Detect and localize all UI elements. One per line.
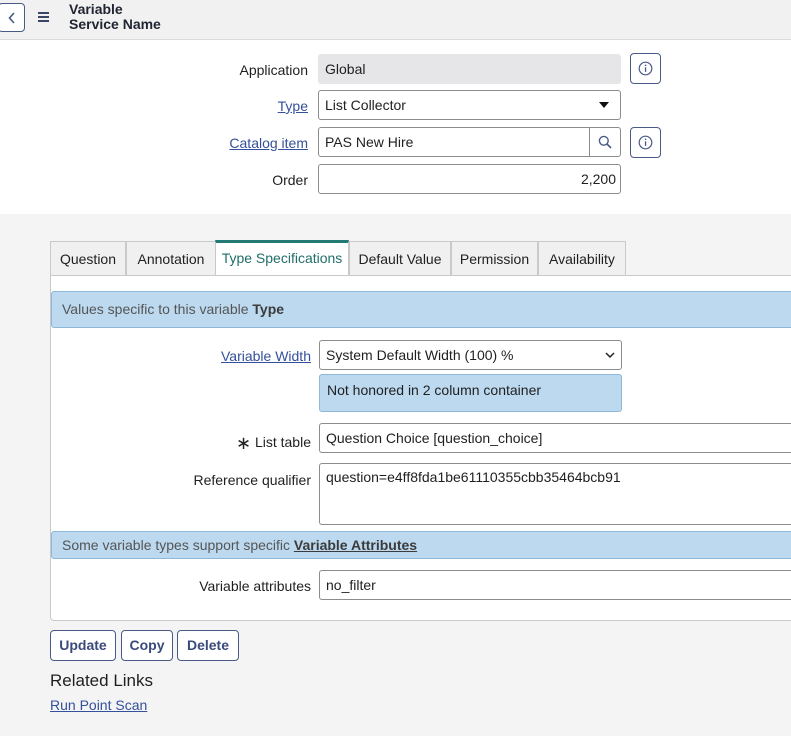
chevron-left-icon [7, 11, 15, 24]
catalog-item-label-link[interactable]: Catalog item [229, 135, 308, 151]
reference-qualifier-label: Reference qualifier [193, 472, 311, 488]
caret-down-icon [599, 102, 609, 108]
delete-button[interactable]: Delete [177, 630, 239, 661]
list-table-label: ∗ List table [235, 431, 311, 453]
page-title: Variable Service Name [69, 2, 161, 32]
list-table-field[interactable]: Question Choice [question_choice] [319, 423, 791, 453]
related-section: Question Annotation Type Specifications … [0, 214, 791, 736]
back-button[interactable] [0, 3, 25, 32]
variable-attributes-label: Variable attributes [199, 578, 311, 594]
order-field[interactable]: 2,200 [318, 164, 621, 194]
application-field: Global [318, 54, 621, 84]
tab-permission[interactable]: Permission [451, 241, 538, 276]
catalog-item-lookup-button[interactable] [589, 128, 620, 156]
tab-availability[interactable]: Availability [538, 241, 626, 276]
type-specs-banner-bold: Type [252, 301, 285, 317]
list-table-label-text: List table [254, 434, 311, 450]
hamburger-menu-icon[interactable] [38, 12, 49, 22]
type-label-link[interactable]: Type [278, 98, 308, 114]
variable-attributes-banner-text: Some variable types support specific [62, 537, 294, 553]
variable-attributes-banner: Some variable types support specific Var… [51, 531, 791, 559]
search-icon [598, 135, 612, 149]
tab-annotation[interactable]: Annotation [126, 241, 216, 276]
related-links-heading: Related Links [50, 671, 154, 690]
type-specs-banner-text: Values specific to this variable [62, 301, 253, 317]
tab-default-value[interactable]: Default Value [349, 241, 451, 276]
chevron-down-icon [605, 352, 615, 359]
type-specifications-panel: Values specific to this variable Type Va… [50, 275, 791, 621]
type-select[interactable]: List Collector [318, 90, 621, 120]
order-label: Order [272, 172, 308, 188]
tab-question[interactable]: Question [50, 241, 126, 276]
variable-width-note: Not honored in 2 column container [319, 374, 622, 412]
copy-button[interactable]: Copy [121, 630, 173, 661]
variable-width-label-link[interactable]: Variable Width [221, 348, 311, 364]
variable-width-value: System Default Width (100) % [326, 347, 514, 363]
catalog-item-value: PAS New Hire [325, 134, 414, 150]
tab-type-specifications[interactable]: Type Specifications [215, 240, 349, 276]
variable-attributes-field[interactable]: no_filter [319, 570, 791, 600]
asterisk-icon: ∗ [235, 433, 251, 453]
application-info-button[interactable] [630, 53, 661, 84]
catalog-item-field[interactable]: PAS New Hire [318, 127, 621, 157]
application-label: Application [239, 62, 309, 78]
page-title-line2: Service Name [69, 16, 161, 32]
form-header: Variable Service Name [0, 0, 791, 40]
type-select-value: List Collector [325, 97, 406, 113]
info-circle-icon [638, 61, 653, 76]
update-button[interactable]: Update [50, 630, 116, 661]
info-circle-icon [638, 135, 653, 150]
run-point-scan-link[interactable]: Run Point Scan [50, 697, 147, 713]
variable-attributes-link[interactable]: Variable Attributes [294, 537, 417, 553]
type-specs-banner: Values specific to this variable Type [51, 291, 791, 328]
variable-width-select[interactable]: System Default Width (100) % [319, 340, 622, 370]
page-title-line1: Variable [69, 1, 123, 17]
reference-qualifier-field[interactable]: question=e4ff8fda1be61110355cbb35464bcb9… [319, 463, 791, 525]
catalog-item-info-button[interactable] [630, 127, 661, 158]
variable-form: Application Global Type List Collector C… [0, 41, 791, 214]
